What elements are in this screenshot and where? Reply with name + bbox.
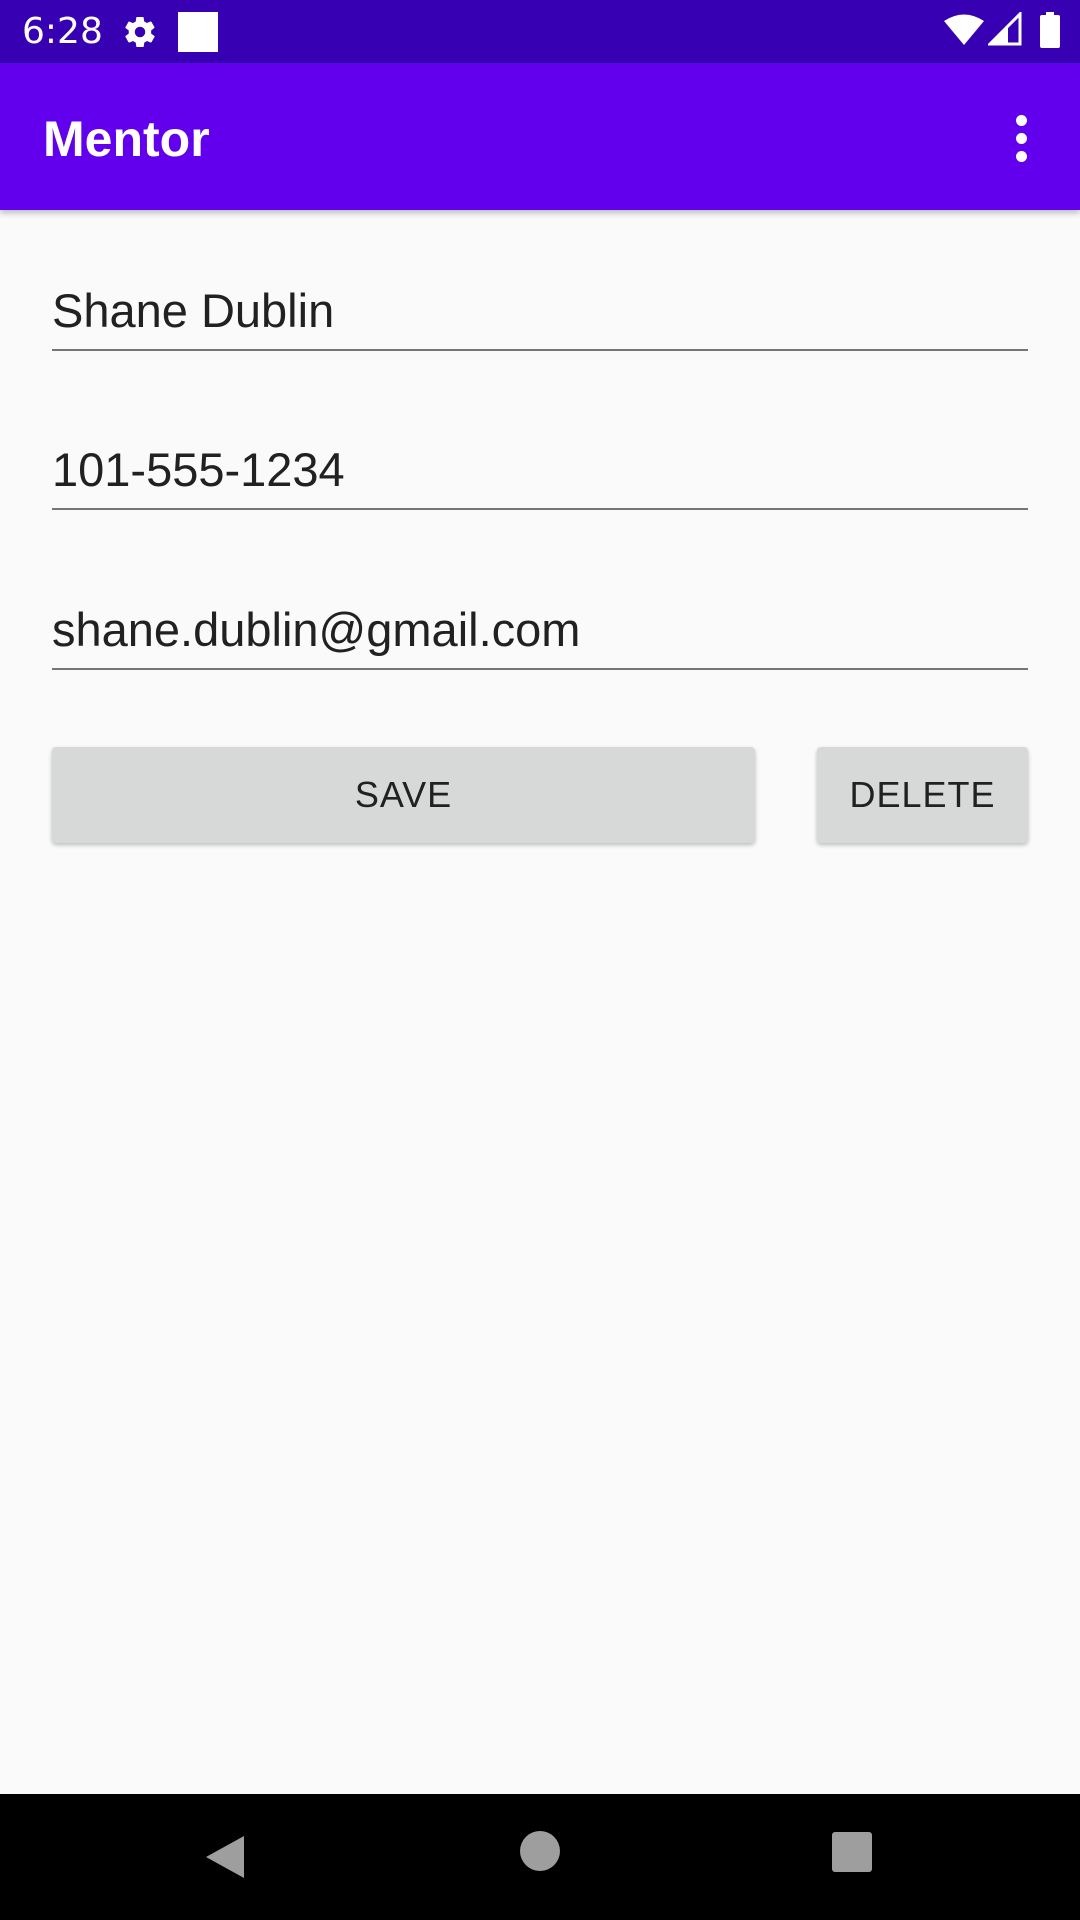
- gear-icon: [125, 16, 155, 48]
- back-icon[interactable]: [204, 1834, 246, 1880]
- signal-icon: [988, 12, 1022, 46]
- dot: [1016, 151, 1027, 162]
- dot: [1016, 115, 1027, 126]
- phone-field[interactable]: [52, 442, 1028, 498]
- phone-field-container: [52, 418, 1028, 510]
- name-field[interactable]: [52, 283, 1028, 339]
- page-title: Mentor: [43, 111, 210, 167]
- wifi-icon: [944, 14, 984, 45]
- status-bar: 6:28: [0, 0, 1080, 63]
- navigation-bar: [0, 1794, 1080, 1920]
- home-icon[interactable]: [520, 1831, 560, 1871]
- app-bar: Mentor: [0, 63, 1080, 210]
- save-button[interactable]: SAVE: [52, 747, 755, 843]
- recents-icon[interactable]: [832, 1832, 872, 1872]
- status-time: 6:28: [22, 11, 103, 52]
- notification-square-icon: [178, 12, 218, 52]
- dot: [1016, 133, 1027, 144]
- more-vert-icon[interactable]: [1004, 113, 1040, 163]
- delete-button[interactable]: DELETE: [817, 747, 1028, 843]
- email-field[interactable]: [52, 602, 1028, 658]
- email-field-container: [52, 578, 1028, 670]
- name-field-container: [52, 259, 1028, 351]
- battery-icon: [1040, 12, 1060, 48]
